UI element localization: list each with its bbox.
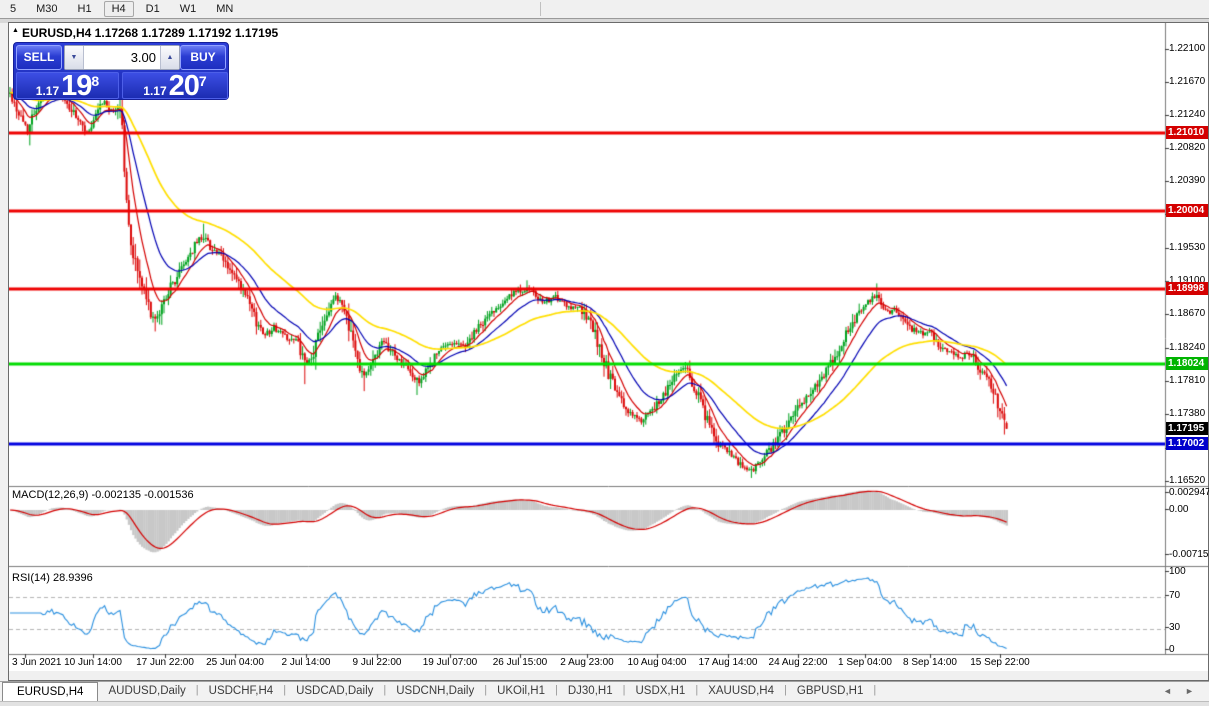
- price-line-tag: 1.20004: [1166, 203, 1208, 217]
- price-line-tag: 1.17002: [1166, 436, 1208, 450]
- time-axis-label: 1 Sep 04:00: [838, 657, 892, 668]
- axis-scale-label: 1.22100: [1169, 42, 1206, 54]
- time-axis-label: 2 Jul 14:00: [281, 657, 331, 668]
- time-axis-label: 8 Sep 14:00: [903, 657, 957, 668]
- axis-scale-label: 1.16520: [1169, 475, 1206, 487]
- ask-price-big: 20: [168, 70, 200, 102]
- bid-price-big: 19: [61, 70, 92, 102]
- bid-price-pipette: 8: [91, 73, 100, 89]
- timeframe-button-D1[interactable]: D1: [138, 1, 168, 17]
- time-axis-label: 15 Sep 22:00: [970, 657, 1030, 668]
- bottom-scroll-strip: [9, 671, 1208, 680]
- time-axis-label: 2 Aug 23:00: [560, 657, 614, 668]
- axis-scale-label: 1.21240: [1169, 109, 1206, 121]
- axis-scale-label: 1.18240: [1169, 341, 1206, 353]
- buy-button[interactable]: BUY: [180, 45, 226, 70]
- chart-window: ▲ EURUSD,H4 1.17268 1.17289 1.17192 1.17…: [8, 22, 1209, 681]
- rsi-indicator-label: RSI(14) 28.9396: [12, 572, 93, 584]
- bid-price-prefix: 1.17: [35, 84, 60, 98]
- axis-scale-label: 70: [1169, 590, 1181, 601]
- time-axis-label: 19 Jul 07:00: [422, 657, 478, 668]
- timeframe-button-MN[interactable]: MN: [208, 1, 241, 17]
- volume-input[interactable]: [84, 46, 160, 69]
- axis-scale-label: 30: [1169, 622, 1181, 633]
- time-axis-label: 10 Aug 04:00: [627, 657, 687, 668]
- axis-scale-label: 1.17380: [1169, 408, 1206, 420]
- timeframe-button-H1[interactable]: H1: [70, 1, 100, 17]
- volume-increase-button[interactable]: ▲: [160, 46, 179, 69]
- symbol-tab-GBPUSD-H1[interactable]: GBPUSD,H1: [787, 682, 873, 702]
- price-line-tag: 1.21010: [1166, 126, 1208, 139]
- axis-scale-label: 1.21670: [1169, 75, 1206, 87]
- time-axis-label: 17 Aug 14:00: [698, 657, 758, 668]
- chart-tab-bar: EURUSD,H4 AUDUSD,Daily | USDCHF,H4 | USDCAD,D…: [0, 681, 1209, 702]
- timeframe-button-M30[interactable]: M30: [28, 1, 65, 17]
- price-line-tag: 1.18998: [1166, 281, 1208, 295]
- time-axis-label: 9 Jul 22:00: [352, 657, 402, 668]
- time-axis-label: 10 Jun 14:00: [64, 657, 122, 668]
- axis-scale-label: 1.17810: [1169, 375, 1206, 387]
- axis-scale-label: 0.002947: [1169, 487, 1209, 498]
- tab-scroll-left-icon[interactable]: ◄: [1163, 686, 1172, 696]
- chart-title: EURUSD,H4 1.17268 1.17289 1.17192 1.1719…: [22, 26, 279, 40]
- axis-scale-label: -0.007153: [1169, 549, 1209, 560]
- bid-price-display[interactable]: 1.17 19 8: [16, 70, 119, 102]
- price-line-tag: 1.18024: [1166, 357, 1208, 371]
- time-axis-label: 3 Jun 2021: [12, 657, 62, 668]
- time-axis-label: 25 Jun 04:00: [206, 657, 264, 668]
- symbol-tab-DJ30-H1[interactable]: DJ30,H1: [558, 682, 623, 702]
- ask-price-prefix: 1.17: [143, 84, 167, 98]
- symbol-tab-USDX-H1[interactable]: USDX,H1: [625, 682, 695, 702]
- current-price-tag: 1.17195: [1166, 421, 1208, 435]
- axis-scale-label: 1.19530: [1169, 241, 1206, 253]
- timeframe-button-5[interactable]: 5: [2, 1, 24, 17]
- collapse-chart-icon[interactable]: ▲: [12, 27, 19, 34]
- symbol-tab-USDCAD-Daily[interactable]: USDCAD,Daily: [286, 682, 383, 702]
- axis-scale-label: 1.20820: [1169, 141, 1206, 153]
- timeframe-button-H4[interactable]: H4: [103, 1, 134, 17]
- axis-scale-label: 0: [1169, 644, 1175, 655]
- terminal-window: 5 M30 H1 H4 D1 W1 MN ▲ EURUSD,H4 1.17268 1.172…: [0, 0, 1209, 706]
- tab-separator: |: [873, 684, 877, 696]
- symbol-tab-USDCNH-Daily[interactable]: USDCNH,Daily: [386, 682, 484, 702]
- chart-canvas[interactable]: [9, 23, 1208, 680]
- window-bottom-edge: [0, 701, 1209, 706]
- ask-price-display[interactable]: 1.17 20 7: [122, 70, 228, 102]
- axis-scale-label: 1.20390: [1169, 175, 1206, 187]
- one-click-trading-panel: SELL ▼ ▲ BUY 1.17198 1.17207: [13, 42, 229, 102]
- axis-scale-label: 1.18670: [1169, 308, 1206, 320]
- axis-scale-label: 0.00: [1169, 504, 1189, 515]
- volume-decrease-button[interactable]: ▼: [65, 46, 84, 69]
- timeframe-button-W1[interactable]: W1: [172, 1, 205, 17]
- symbol-tab-USDCHF-H4[interactable]: USDCHF,H4: [199, 682, 284, 702]
- time-axis-label: 24 Aug 22:00: [768, 657, 828, 668]
- symbol-tab-UKOil-H1[interactable]: UKOil,H1: [487, 682, 555, 702]
- tab-scroll-right-icon[interactable]: ►: [1185, 686, 1194, 696]
- ask-price-pipette: 7: [198, 73, 207, 89]
- sell-button[interactable]: SELL: [16, 45, 62, 70]
- toolbar-divider: [540, 2, 541, 16]
- symbol-tab-XAUUSD-H4[interactable]: XAUUSD,H4: [698, 682, 784, 702]
- axis-scale-label: 100: [1169, 566, 1186, 577]
- symbol-tab-AUDUSD-Daily[interactable]: AUDUSD,Daily: [98, 682, 195, 702]
- timeframe-toolbar: 5 M30 H1 H4 D1 W1 MN: [0, 0, 1209, 18]
- volume-stepper: ▼ ▲: [64, 45, 180, 70]
- symbol-tab-EURUSD-H4[interactable]: EURUSD,H4: [2, 682, 99, 702]
- time-axis-label: 17 Jun 22:00: [136, 657, 194, 668]
- time-axis-label: 26 Jul 15:00: [492, 657, 548, 668]
- macd-indicator-label: MACD(12,26,9) -0.002135 -0.001536: [12, 489, 194, 501]
